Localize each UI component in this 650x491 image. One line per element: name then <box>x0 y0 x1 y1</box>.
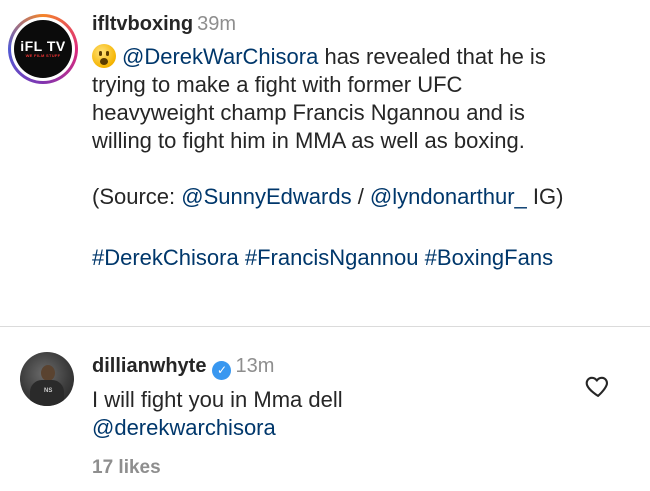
caption-source: (Source: @SunnyEdwards / @lyndonarthur_ … <box>92 184 564 209</box>
comment-avatar[interactable]: NS <box>20 352 74 406</box>
hashtag[interactable]: #DerekChisora <box>92 245 239 270</box>
comment-text: I will fight you in Mma dell @derekwarch… <box>92 386 552 442</box>
post-caption: iFL TV WE FILM STUFF ifltvboxing 39m @Der… <box>0 0 650 326</box>
ifl-tv-logo: iFL TV WE FILM STUFF <box>14 20 72 78</box>
comment-username[interactable]: dillianwhyte <box>92 355 206 377</box>
hashtag[interactable]: #FrancisNgannou <box>245 245 419 270</box>
source-mention-lyndonarthur[interactable]: @lyndonarthur_ <box>370 184 527 209</box>
comment-header: dillianwhyte ✓ 13m <box>92 352 274 380</box>
comments-screen: iFL TV WE FILM STUFF ifltvboxing 39m @Der… <box>0 0 650 491</box>
caption-mention[interactable]: @DerekWarChisora <box>122 44 318 69</box>
astonished-face-emoji-icon <box>92 44 116 68</box>
avatar-logo-subtext: WE FILM STUFF <box>25 53 61 58</box>
comment-time: 13m <box>235 355 275 377</box>
post-avatar[interactable]: iFL TV WE FILM STUFF <box>8 14 78 84</box>
post-header: ifltvboxing 39m <box>92 10 236 38</box>
divider <box>0 326 650 327</box>
verified-badge-icon: ✓ <box>212 361 232 380</box>
comment-mention[interactable]: @derekwarchisora <box>92 414 552 442</box>
post-time: 39m <box>197 13 237 35</box>
post-username[interactable]: ifltvboxing <box>92 13 193 35</box>
hashtag[interactable]: #BoxingFans <box>425 245 553 270</box>
avatar-logo-text: iFL TV <box>20 38 66 54</box>
comment-likes[interactable]: 17 likes <box>92 455 161 481</box>
caption-text: @DerekWarChisora has revealed that he is… <box>92 43 642 272</box>
source-mention-sunnyedwards[interactable]: @SunnyEdwards <box>181 184 351 209</box>
caption-hashtags: #DerekChisora #FrancisNgannou #BoxingFan… <box>92 244 642 272</box>
heart-outline-icon[interactable] <box>584 372 612 400</box>
